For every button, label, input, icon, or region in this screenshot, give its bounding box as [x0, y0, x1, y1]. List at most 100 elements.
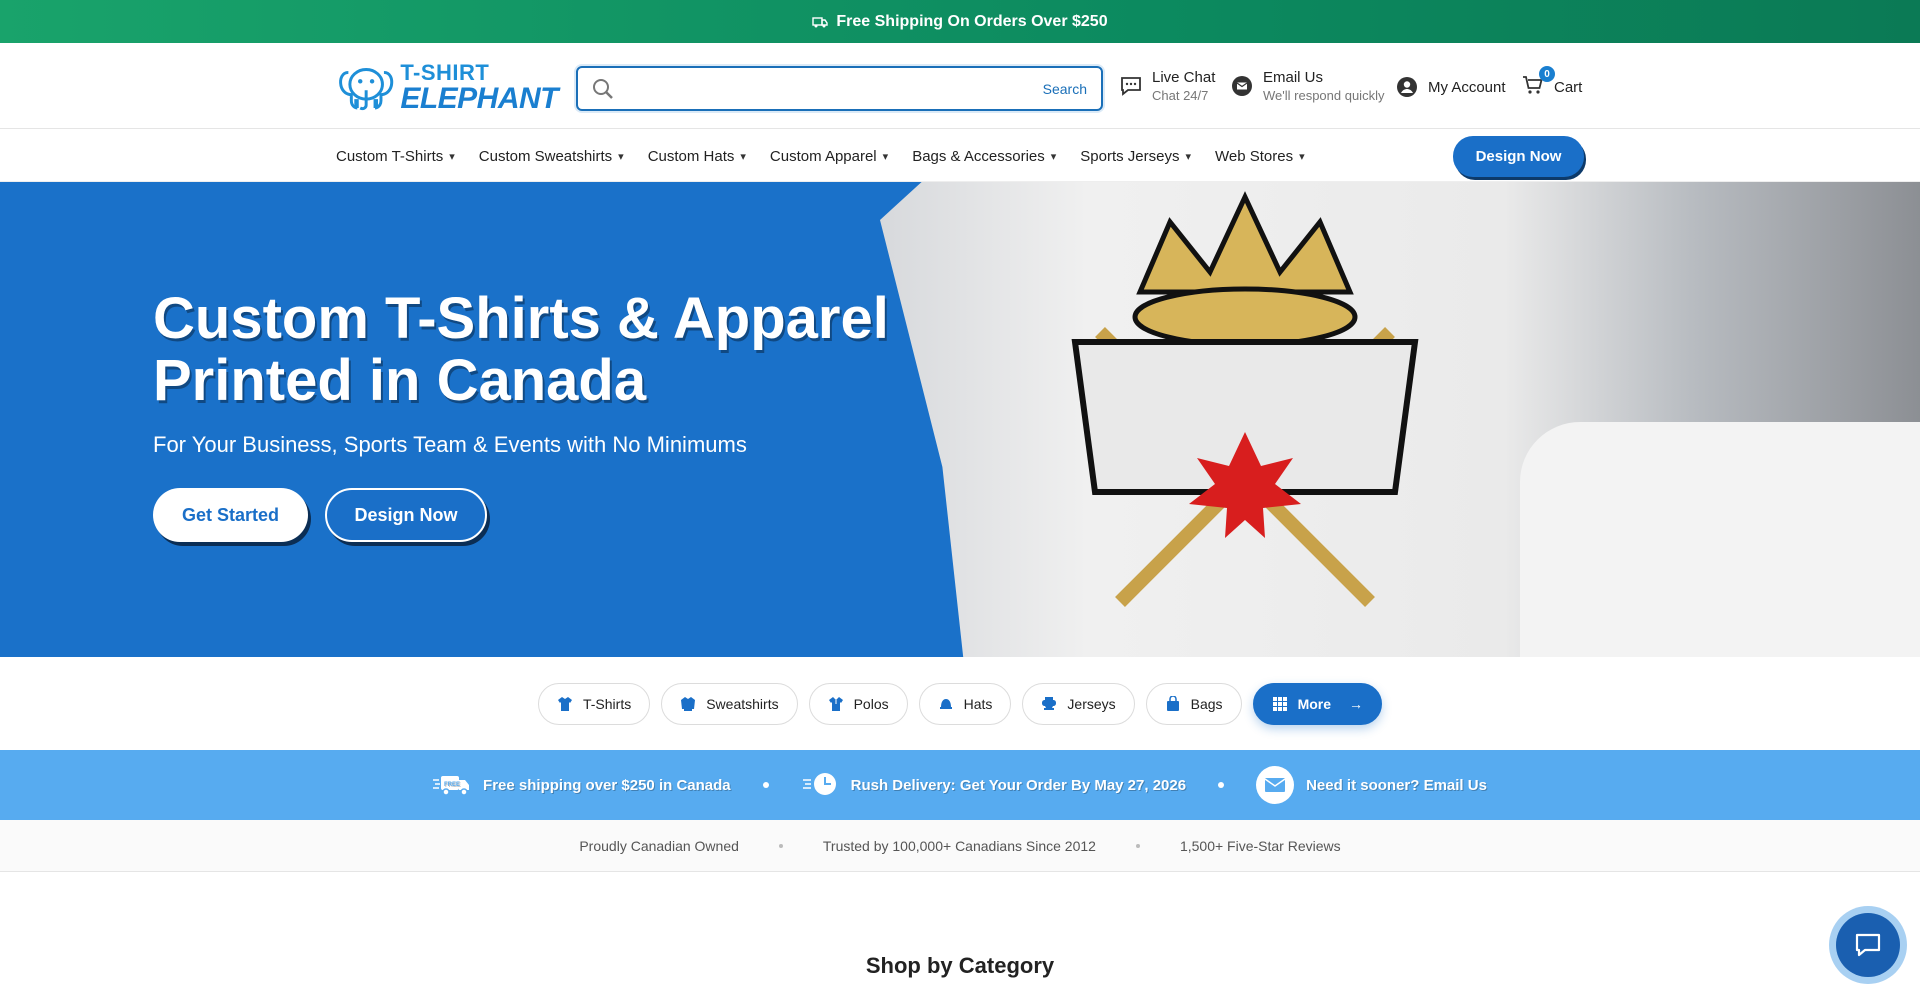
clock-speed-icon	[802, 773, 836, 795]
my-account-link[interactable]: My Account	[1396, 76, 1506, 98]
email-us-link[interactable]: Email Us We'll respond quickly	[1231, 69, 1384, 103]
nav-custom-tshirts[interactable]: Custom T-Shirts ▾	[336, 148, 455, 165]
nav-custom-apparel[interactable]: Custom Apparel ▾	[770, 148, 888, 165]
chip-label: Hats	[963, 695, 993, 712]
main-nav: Custom T-Shirts ▾ Custom Sweatshirts ▾ Cus…	[0, 130, 1920, 182]
free-badge-text: FREE	[444, 782, 460, 788]
chip-label: Sweatshirts	[706, 695, 779, 712]
separator-dot	[1135, 843, 1140, 848]
hero-title-line2: Printed in Canada	[153, 348, 647, 413]
hero-design-now-button[interactable]: Design Now	[325, 488, 487, 542]
chip-more[interactable]: More →	[1252, 682, 1383, 725]
chip-label: Bags	[1190, 695, 1223, 712]
mail-icon	[1232, 76, 1252, 96]
arrow-right-icon: →	[1349, 695, 1364, 712]
nav-sports-jerseys[interactable]: Sports Jerseys ▾	[1080, 148, 1191, 165]
shop-by-category-heading: Shop by Category	[865, 953, 1055, 978]
hat-icon	[939, 698, 952, 709]
nav-label: Bags & Accessories	[912, 147, 1045, 165]
trust-item: 1,500+ Five-Star Reviews	[1179, 837, 1341, 854]
elephant-logo-icon	[339, 67, 394, 111]
user-icon	[1397, 77, 1417, 97]
separator-dot	[778, 843, 783, 848]
search-icon	[593, 78, 613, 99]
chip-tshirts[interactable]: T-Shirts	[537, 682, 651, 725]
polo-icon	[828, 696, 843, 711]
email-us-info[interactable]: Need it sooner? Email Us	[1256, 766, 1487, 804]
jersey-icon	[1042, 696, 1057, 710]
free-shipping-text: Free shipping over $250 in Canada	[483, 776, 731, 794]
chat-widget-button[interactable]	[1829, 906, 1907, 984]
chip-label: Jerseys	[1067, 695, 1116, 712]
info-strip: FREE Free shipping over $250 in Canada R…	[0, 750, 1920, 820]
chip-polos[interactable]: Polos	[808, 682, 908, 725]
email-us-label: Email Us	[1263, 69, 1324, 86]
envelope-icon	[1256, 766, 1295, 804]
chip-label: T-Shirts	[582, 695, 632, 712]
chevron-down-icon: ▾	[618, 150, 624, 163]
category-chips: T-Shirts Sweatshirts Polos Hats Jerseys …	[0, 657, 1920, 750]
trust-strip: Proudly Canadian Owned Trusted by 100,00…	[0, 820, 1920, 872]
chevron-down-icon: ▾	[449, 150, 455, 163]
grid-icon	[1272, 696, 1287, 711]
free-shipping-truck-icon: FREE	[433, 776, 470, 796]
live-chat-link[interactable]: Live Chat Chat 24/7	[1120, 69, 1215, 103]
chip-label: Polos	[853, 695, 889, 712]
separator-dot	[762, 782, 769, 788]
logo-text-top: T-SHIRT	[400, 60, 490, 85]
promo-text: Free Shipping On Orders Over $250	[836, 12, 1108, 30]
cart-label: Cart	[1554, 78, 1583, 96]
chat-icon	[1855, 933, 1881, 957]
tshirt-icon	[557, 696, 572, 711]
email-us-sub: We'll respond quickly	[1263, 88, 1385, 103]
separator-dot	[1218, 782, 1225, 788]
nav-design-now-button[interactable]: Design Now	[1453, 136, 1584, 177]
hero-banner: Custom T-Shirts & Apparel Printed in Can…	[0, 182, 1920, 657]
hero-subtitle: For Your Business, Sports Team & Events …	[153, 432, 747, 457]
search-bar: Search	[576, 66, 1103, 111]
rush-delivery-info: Rush Delivery: Get Your Order By May 27,…	[801, 770, 1186, 800]
site-header: T-SHIRT ELEPHANT Search Live Chat Chat 2…	[0, 43, 1920, 129]
chevron-down-icon: ▾	[1185, 150, 1192, 163]
nav-web-stores[interactable]: Web Stores ▾	[1215, 148, 1305, 165]
sweatshirt-icon	[681, 696, 696, 711]
chip-label: More	[1297, 695, 1332, 712]
chevron-down-icon: ▾	[740, 150, 746, 163]
nav-label: Sports Jerseys	[1080, 147, 1180, 165]
free-shipping-info: FREE Free shipping over $250 in Canada	[433, 770, 731, 800]
folded-shirt-image	[1520, 422, 1920, 657]
chevron-down-icon: ▾	[1050, 150, 1057, 163]
hero-title: Custom T-Shirts & Apparel Printed in Can…	[153, 288, 893, 412]
get-started-button[interactable]: Get Started	[153, 488, 308, 542]
nav-custom-hats[interactable]: Custom Hats ▾	[648, 148, 746, 165]
nav-label: Web Stores	[1215, 147, 1294, 165]
nav-label: Custom Hats	[647, 147, 735, 165]
nav-label: Custom Apparel	[769, 147, 877, 165]
rush-delivery-text: Rush Delivery: Get Your Order By May 27,…	[850, 776, 1187, 794]
truck-icon	[812, 16, 829, 27]
trust-item: Proudly Canadian Owned	[579, 837, 739, 854]
chevron-down-icon: ▾	[1299, 150, 1305, 163]
chip-sweatshirts[interactable]: Sweatshirts	[661, 682, 798, 725]
search-button[interactable]: Search	[1043, 81, 1087, 97]
cart-count-badge: 0	[1539, 66, 1555, 82]
nav-label: Custom T-Shirts	[336, 147, 444, 165]
chevron-down-icon: ▾	[882, 150, 889, 163]
nav-bags-accessories[interactable]: Bags & Accessories ▾	[912, 148, 1056, 165]
hero-title-line1: Custom T-Shirts & Apparel	[153, 286, 889, 351]
nav-label: Custom Sweatshirts	[478, 147, 613, 165]
logo-text-bottom: ELEPHANT	[400, 82, 558, 115]
nav-custom-sweatshirts[interactable]: Custom Sweatshirts ▾	[479, 148, 624, 165]
my-account-label: My Account	[1428, 78, 1506, 96]
live-chat-label: Live Chat	[1152, 69, 1216, 86]
chip-bags[interactable]: Bags	[1145, 682, 1242, 725]
email-us-text: Need it sooner? Email Us	[1306, 776, 1487, 794]
cart-link[interactable]: 0 Cart	[1522, 66, 1583, 100]
live-chat-sub: Chat 24/7	[1152, 88, 1209, 103]
chip-hats[interactable]: Hats	[918, 682, 1012, 725]
trust-item: Trusted by 100,000+ Canadians Since 2012	[822, 837, 1096, 854]
search-input[interactable]	[626, 80, 1043, 97]
site-logo[interactable]: T-SHIRT ELEPHANT	[338, 57, 558, 119]
promo-bar: Free Shipping On Orders Over $250	[0, 0, 1920, 43]
chip-jerseys[interactable]: Jerseys	[1022, 682, 1135, 725]
